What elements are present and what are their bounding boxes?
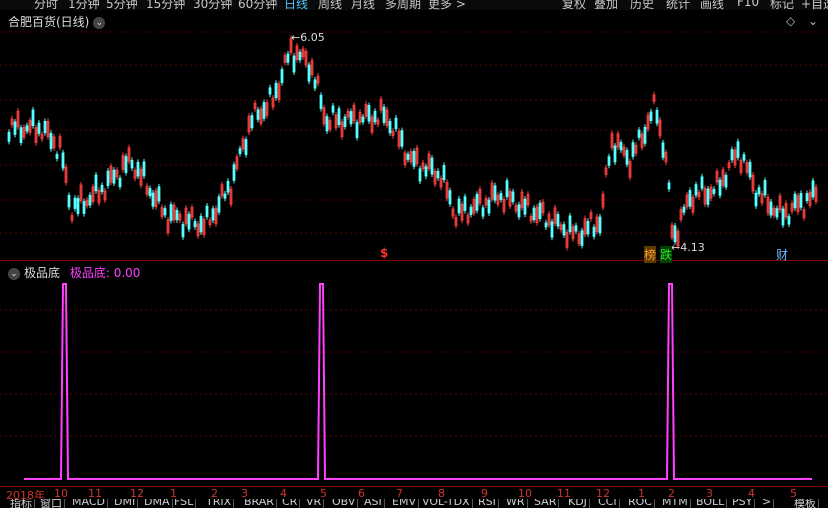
stock-name: 合肥百货(日线) bbox=[8, 15, 90, 29]
indicator-tab-19[interactable]: ROC bbox=[626, 499, 655, 508]
overlay-button[interactable]: 叠加 bbox=[594, 0, 618, 10]
marker-finance[interactable]: 财 bbox=[776, 246, 788, 263]
period-tab-multi[interactable]: 多周期 bbox=[385, 0, 421, 10]
indicator-tab-0[interactable]: 指标 bbox=[8, 499, 35, 508]
mark-button[interactable]: 标记 bbox=[770, 0, 794, 10]
low-price-label: ←4.13 bbox=[671, 241, 705, 254]
marker-drop[interactable]: 跌 bbox=[660, 246, 673, 263]
add-favorite-button[interactable]: +自选 bbox=[801, 0, 828, 10]
indicator-tab-17[interactable]: KDJ bbox=[566, 499, 590, 508]
indicator-tab-6[interactable]: TRIX bbox=[204, 499, 235, 508]
indicator-tab-7[interactable]: BRAR bbox=[242, 499, 277, 508]
period-toolbar: 分时 1分钟 5分钟 15分钟 30分钟 60分钟 日线 周线 月线 多周期 更… bbox=[0, 0, 828, 10]
collapse-chevron-icon[interactable]: ⌄ bbox=[808, 14, 818, 28]
indicator-tab-20[interactable]: MTM bbox=[660, 499, 691, 508]
indicator-tab-24[interactable]: 模板 bbox=[792, 499, 819, 508]
indicator-tab-5[interactable]: FSL bbox=[172, 499, 197, 508]
kline-panel[interactable]: ←6.05 ←4.13 合肥百货(日线) ⌄ ◇ ⌄ bbox=[0, 10, 828, 261]
indicator-tab-23[interactable]: > bbox=[760, 499, 775, 508]
indicator-tab-9[interactable]: VR bbox=[304, 499, 325, 508]
restore-rights-button[interactable]: 复权 bbox=[562, 0, 586, 10]
marker-dollar[interactable]: $ bbox=[380, 246, 388, 260]
period-tab-1min[interactable]: 1分钟 bbox=[68, 0, 100, 10]
period-tab-weekly[interactable]: 周线 bbox=[318, 0, 342, 10]
indicator-tab-10[interactable]: OBV bbox=[330, 499, 359, 508]
marker-rank[interactable]: 榜 bbox=[644, 246, 657, 263]
indicator-tab-8[interactable]: CR bbox=[280, 499, 301, 508]
indicator-tab-3[interactable]: DMI bbox=[112, 499, 139, 508]
indicator-tab-4[interactable]: DMA bbox=[142, 499, 173, 508]
statistics-button[interactable]: 统计 bbox=[666, 0, 690, 10]
indicator-tab-15[interactable]: WR bbox=[504, 499, 528, 508]
indicator-tab-1[interactable]: 窗口 bbox=[38, 499, 65, 508]
period-tab-monthly[interactable]: 月线 bbox=[351, 0, 375, 10]
indicator-tab-18[interactable]: CCI bbox=[596, 499, 620, 508]
indicator-tab-16[interactable]: SAR bbox=[532, 499, 560, 508]
period-tab-30min[interactable]: 30分钟 bbox=[193, 0, 232, 10]
indicator-chart bbox=[0, 283, 828, 480]
period-tab-5min[interactable]: 5分钟 bbox=[106, 0, 138, 10]
f10-button[interactable]: F10 bbox=[737, 0, 759, 9]
settings-diamond-icon[interactable]: ◇ bbox=[786, 14, 795, 28]
indicator-tabs: 指标 窗口 MACD DMI DMA FSL TRIX BRAR CR VR OBV ASI EMV VO… bbox=[0, 499, 828, 508]
period-tab-more[interactable]: 更多 > bbox=[428, 0, 466, 10]
indicator-tab-11[interactable]: ASI bbox=[362, 499, 385, 508]
period-tab-60min[interactable]: 60分钟 bbox=[238, 0, 277, 10]
history-button[interactable]: 历史 bbox=[630, 0, 654, 10]
stock-title: 合肥百货(日线) ⌄ bbox=[8, 13, 106, 30]
kline-chart: ←6.05 ←4.13 bbox=[0, 31, 828, 254]
indicator-tab-21[interactable]: BOLL bbox=[694, 499, 728, 508]
indicator-tab-13[interactable]: VOL-TDX bbox=[420, 499, 473, 508]
indicator-tab-22[interactable]: PSY bbox=[730, 499, 756, 508]
time-axis: 2018年 10 11 12 1 2 3 4 5 6 7 8 9 10 11 1… bbox=[0, 486, 828, 502]
period-tab-15min[interactable]: 15分钟 bbox=[146, 0, 185, 10]
indicator-tab-12[interactable]: EMV bbox=[390, 499, 419, 508]
indicator-tab-2[interactable]: MACD bbox=[70, 499, 108, 508]
high-price-label: ←6.05 bbox=[291, 31, 325, 44]
indicator-tab-14[interactable]: RSI bbox=[476, 499, 499, 508]
title-dropdown-icon[interactable]: ⌄ bbox=[93, 16, 106, 29]
indicator-line bbox=[24, 283, 812, 480]
period-tab-daily[interactable]: 日线 bbox=[284, 0, 308, 10]
period-tab-timeshare[interactable]: 分时 bbox=[34, 0, 58, 10]
draw-line-button[interactable]: 画线 bbox=[700, 0, 724, 10]
